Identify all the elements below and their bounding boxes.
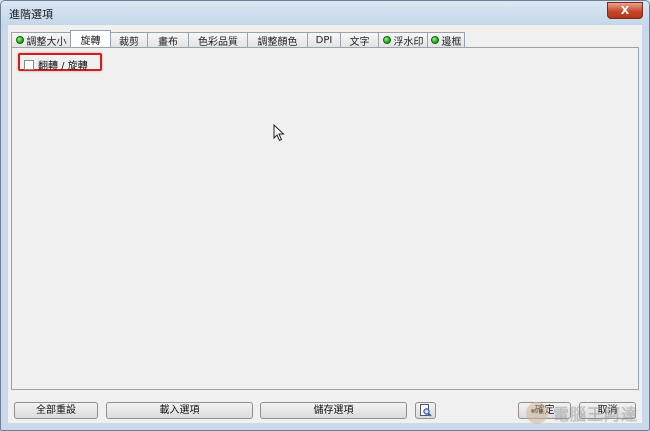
tab-rotate[interactable]: 旋轉 (70, 30, 111, 47)
tab-label: 文字 (349, 36, 370, 48)
tab-border[interactable]: 邊框 (427, 32, 465, 48)
advanced-options-dialog: 進階選項 X 調整大小 旋轉 裁剪 畫布 色彩品質 調整顏色 DPI 文字 浮水… (0, 0, 650, 431)
tab-label: 色彩品質 (198, 36, 238, 48)
svg-text:電腦王阿達: 電腦王阿達 (553, 405, 638, 424)
status-dot-icon (15, 36, 24, 44)
tab-label: 裁剪 (119, 36, 139, 48)
reset-all-button[interactable]: 全部重設 (14, 402, 98, 419)
page-magnifier-icon (420, 404, 432, 417)
tab-bar: 調整大小 旋轉 裁剪 畫布 色彩品質 調整顏色 DPI 文字 浮水印 邊框 (11, 30, 465, 48)
dialog-client-area: 調整大小 旋轉 裁剪 畫布 色彩品質 調整顏色 DPI 文字 浮水印 邊框 翻轉… (8, 25, 642, 423)
preview-button[interactable] (415, 402, 436, 419)
title-bar: 進階選項 X (1, 1, 649, 25)
tab-label: 調整顏色 (257, 36, 298, 48)
tab-resize[interactable]: 調整大小 (11, 32, 71, 48)
tab-color-quality[interactable]: 色彩品質 (188, 32, 248, 48)
mouse-pointer-icon (273, 124, 285, 142)
save-options-button[interactable]: 儲存選項 (260, 402, 407, 419)
window-title: 進階選項 (9, 8, 53, 21)
tab-label: 畫布 (158, 36, 178, 48)
status-dot-icon (430, 36, 439, 44)
flip-rotate-checkbox[interactable] (24, 59, 34, 70)
tab-canvas[interactable]: 畫布 (147, 32, 189, 48)
tab-dpi[interactable]: DPI (307, 32, 341, 47)
tab-text[interactable]: 文字 (340, 32, 379, 48)
tab-adjust-color[interactable]: 調整顏色 (247, 32, 308, 48)
tab-label: 浮水印 (393, 36, 424, 48)
tab-label: 旋轉 (80, 35, 101, 47)
flip-rotate-option[interactable]: 翻轉 / 旋轉 (24, 57, 88, 72)
tab-label: DPI (315, 34, 333, 46)
rotate-tab-panel: 翻轉 / 旋轉 (11, 47, 639, 390)
status-dot-icon (382, 36, 391, 44)
tab-crop[interactable]: 裁剪 (110, 32, 148, 48)
tab-label: 調整大小 (26, 36, 67, 48)
tab-label: 邊框 (441, 36, 462, 48)
flip-rotate-label: 翻轉 / 旋轉 (38, 61, 88, 72)
tab-watermark[interactable]: 浮水印 (378, 32, 428, 48)
load-options-button[interactable]: 載入選項 (106, 402, 253, 419)
watermark-mascot-icon: 電腦王阿達 (526, 402, 638, 424)
watermark-logo: 電腦王阿達 (523, 396, 643, 428)
close-button[interactable]: X (607, 2, 643, 19)
